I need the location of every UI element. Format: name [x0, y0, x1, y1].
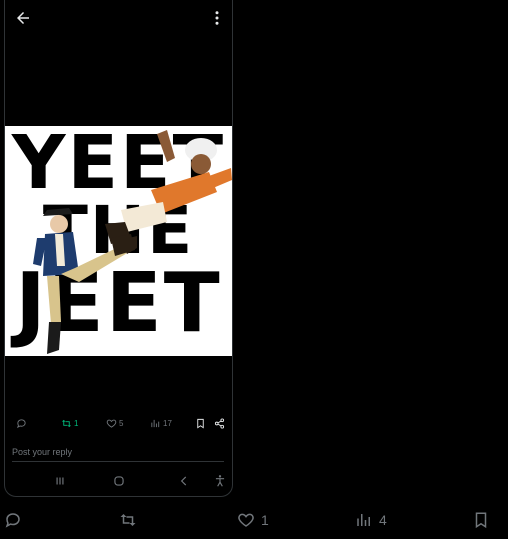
recents-icon[interactable]	[53, 474, 67, 488]
turbaned-figure-illustration	[105, 130, 232, 256]
outer-action-bar: 1 4	[0, 507, 508, 533]
retweet-count: 1	[74, 418, 79, 428]
back-nav-icon[interactable]	[177, 474, 191, 488]
reply-icon	[17, 418, 26, 428]
bookmark-button[interactable]	[195, 414, 206, 432]
bookmark-icon	[475, 512, 487, 529]
views-icon	[151, 419, 160, 427]
views-count: 17	[163, 418, 172, 428]
post-image[interactable]: YEET THE JEET	[5, 126, 232, 356]
phone-screenshot: YEET THE JEET	[4, 0, 233, 497]
reply-icon	[5, 513, 20, 528]
bookmark-icon	[197, 418, 204, 428]
reply-button[interactable]	[16, 414, 27, 432]
reply-composer[interactable]: Post your reply	[12, 445, 224, 462]
share-icon	[214, 417, 225, 429]
views-icon	[357, 514, 370, 526]
views-button[interactable]: 17	[150, 414, 172, 432]
home-icon[interactable]	[112, 474, 126, 488]
retweet-button[interactable]: 1	[61, 414, 78, 432]
post-action-bar: 1 5 17	[5, 414, 232, 434]
back-arrow-icon[interactable]	[14, 9, 32, 27]
share-button[interactable]	[214, 414, 225, 432]
outer-views-count: 4	[379, 512, 387, 528]
more-vertical-icon[interactable]	[212, 9, 222, 27]
like-button[interactable]: 5	[106, 414, 123, 432]
like-count: 5	[119, 418, 124, 428]
outer-retweet-button[interactable]	[119, 507, 137, 533]
outer-views-button[interactable]: 4	[355, 507, 387, 533]
outer-like-count: 1	[261, 512, 269, 528]
heart-icon	[238, 513, 254, 527]
top-bar	[5, 0, 232, 36]
heart-icon	[106, 419, 117, 428]
android-nav-bar	[5, 470, 232, 494]
outer-like-button[interactable]: 1	[237, 507, 269, 533]
accessibility-icon[interactable]	[213, 474, 227, 488]
outer-bookmark-button[interactable]	[472, 507, 490, 533]
retweet-icon	[120, 514, 136, 526]
outer-reply-button[interactable]	[4, 507, 22, 533]
retweet-icon	[61, 419, 72, 427]
